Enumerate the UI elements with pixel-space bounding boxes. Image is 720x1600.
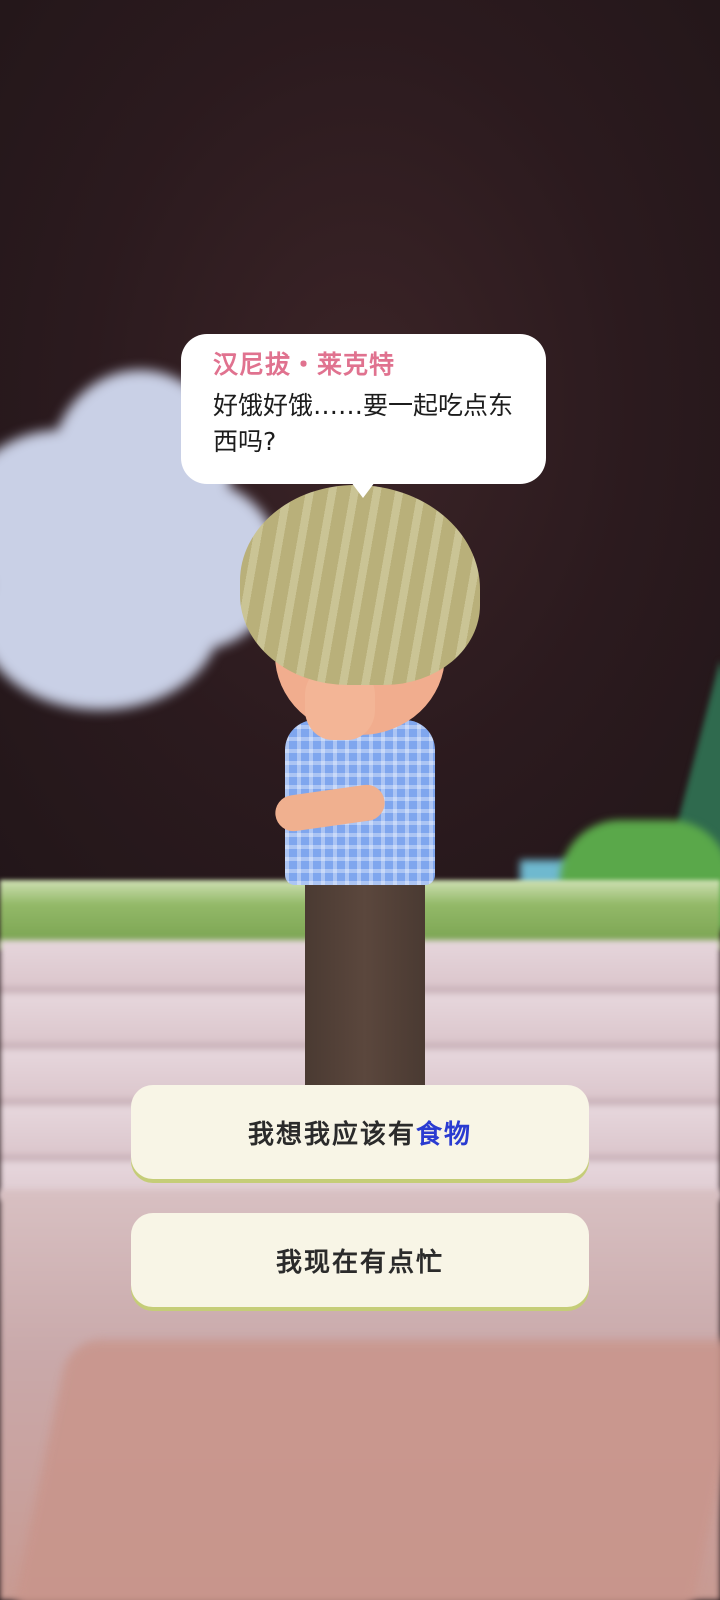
dialog-text: 好饿好饿……要一起吃点东西吗?: [213, 391, 514, 456]
speaker-name: 汉尼拔・莱克特: [213, 350, 396, 379]
choice-button-food[interactable]: 我想我应该有 食物: [131, 1085, 589, 1179]
choice-highlight-word: 食物: [416, 1119, 473, 1150]
floor-tile: [10, 1340, 720, 1600]
choice-label: 我现在有点忙: [275, 1247, 444, 1278]
choice-label: 我想我应该有: [247, 1119, 416, 1150]
speech-bubble: 汉尼拔・莱克特 好饿好饿……要一起吃点东西吗?: [181, 334, 546, 498]
choice-button-busy[interactable]: 我现在有点忙: [131, 1213, 589, 1307]
speech-bubble-tail: [351, 482, 375, 498]
npc-character[interactable]: [230, 485, 490, 1175]
character-hair: [240, 485, 480, 685]
game-scene: [0, 0, 720, 1600]
